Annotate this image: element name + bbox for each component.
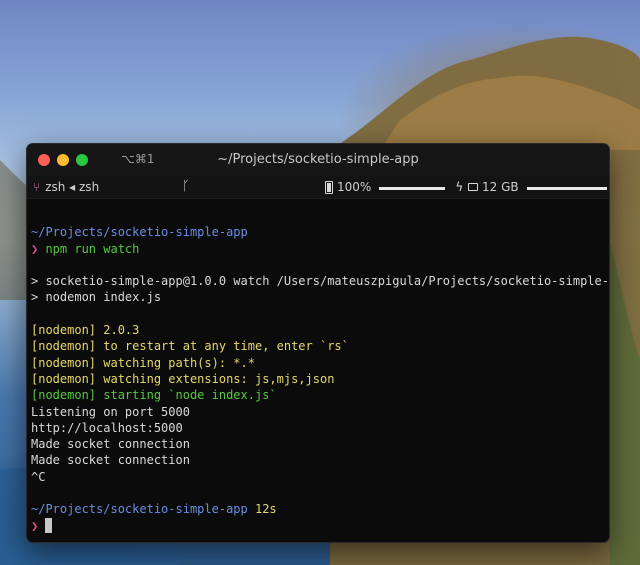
window-title: ~/Projects/socketio-simple-app — [217, 152, 419, 167]
terminal-line: ~/Projects/socketio-simple-app — [31, 224, 609, 240]
terminal-line: ❯ npm run watch — [31, 241, 609, 257]
text-cursor — [45, 517, 53, 533]
terminal-text: ❯ — [31, 241, 46, 256]
terminal-text: Listening on port 5000 — [31, 404, 190, 419]
title-bar[interactable]: ⌥⌘1 ~/Projects/socketio-simple-app — [27, 144, 609, 176]
terminal-line: Made socket connection — [31, 436, 609, 452]
terminal-window: ⌥⌘1 ~/Projects/socketio-simple-app ⑂ zsh… — [26, 143, 610, 543]
battery-icon — [325, 180, 333, 194]
terminal-line: [nodemon] 2.0.3 — [31, 322, 609, 338]
memory-meter — [526, 186, 607, 190]
terminal-text: [nodemon] 2.0.3 — [31, 323, 140, 338]
terminal-text: http://localhost:5000 — [31, 420, 183, 435]
terminal-line: Listening on port 5000 — [31, 404, 609, 420]
terminal-line: ~/Projects/socketio-simple-app 12s — [31, 501, 609, 517]
memory-chip-icon — [468, 183, 478, 191]
terminal-line: > nodemon index.js — [31, 289, 609, 305]
battery-meter — [379, 186, 446, 190]
memory-meter-fill — [526, 186, 607, 190]
memory-indicator: 12 GB — [468, 180, 607, 194]
terminal-line: [nodemon] watching extensions: js,mjs,js… — [31, 371, 609, 387]
terminal-text: [nodemon] to restart at any time, enter … — [31, 339, 349, 354]
terminal-text: ~/Projects/socketio-simple-app — [31, 502, 248, 517]
terminal-text: Made socket connection — [31, 453, 190, 468]
status-bar: ⑂ zsh ◂ zsh ᚴ 100% ϟ 12 GB — [27, 176, 609, 199]
session-icon: ⑂ — [33, 180, 41, 194]
terminal-text: [nodemon] watching path(s): *.* — [31, 355, 255, 370]
battery-meter-fill — [379, 186, 446, 190]
terminal-text: [nodemon] watching extensions: js,mjs,js… — [31, 371, 335, 386]
prompt-symbol: ❯ — [31, 518, 46, 533]
session-indicator[interactable]: ⑂ zsh ◂ zsh — [33, 180, 99, 194]
terminal-output[interactable]: ~/Projects/socketio-simple-app ❯ npm run … — [27, 199, 609, 534]
memory-label: 12 GB — [482, 180, 519, 194]
battery-indicator: 100% ϟ — [325, 180, 463, 194]
terminal-text: 12s — [247, 502, 277, 517]
git-branch-icon: ᚴ — [182, 179, 190, 194]
terminal-text: ~/Projects/socketio-simple-app — [31, 225, 248, 240]
charging-bolt-icon: ϟ — [455, 180, 464, 194]
terminal-text: npm run watch — [45, 241, 140, 256]
terminal-text: > nodemon index.js — [31, 290, 162, 305]
terminal-text: Made socket connection — [31, 437, 190, 452]
terminal-line: [nodemon] starting `node index.js` — [31, 387, 609, 403]
terminal-text: > socketio-simple-app@1.0.0 watch /Users… — [31, 274, 610, 289]
terminal-line: http://localhost:5000 — [31, 420, 609, 436]
terminal-line: [nodemon] watching path(s): *.* — [31, 355, 609, 371]
battery-label: 100% — [337, 180, 372, 194]
session-label: zsh ◂ zsh — [45, 180, 100, 194]
terminal-line: [nodemon] to restart at any time, enter … — [31, 338, 609, 354]
terminal-text: [nodemon] starting `node index.js` — [31, 388, 277, 403]
terminal-line: Made socket connection — [31, 452, 609, 468]
terminal-text: ^C — [31, 469, 46, 484]
terminal-line: > socketio-simple-app@1.0.0 watch /Users… — [31, 273, 609, 289]
terminal-line: ^C — [31, 469, 609, 485]
prompt-line[interactable]: ❯ — [31, 517, 609, 534]
